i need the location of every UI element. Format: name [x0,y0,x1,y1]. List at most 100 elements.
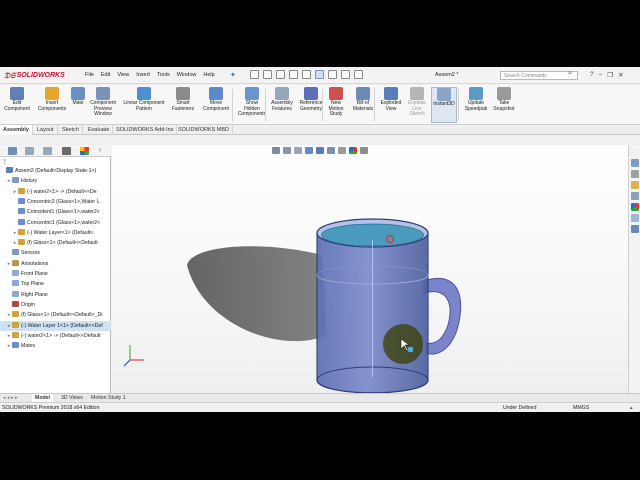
tool-label: Sketch [409,111,425,117]
select-icon[interactable] [315,70,324,79]
tree-item-label: Concentric2 (Glass<1>,Water L [27,198,100,205]
tab-evaluate[interactable]: Evaluate [85,125,114,135]
tree-item[interactable]: Top Plane [0,279,111,289]
undo-icon[interactable] [302,70,311,79]
explode-line-icon [410,87,424,100]
open-icon[interactable] [263,70,272,79]
tree-item[interactable]: Front Plane [0,269,111,279]
tab-sketch[interactable]: Sketch [59,125,83,135]
menu-item[interactable]: File [85,72,94,78]
tree-item[interactable]: ▸ Mates [0,341,111,351]
toolbar-separator [232,89,233,121]
tree-item[interactable]: Origin [0,300,111,310]
task-pane [628,145,640,401]
tree-item-label: Sensors [21,250,41,257]
new-document-icon[interactable] [250,70,259,79]
move-component-button[interactable]: Move Component [200,87,232,112]
tree-item-label: Top Plane [21,281,45,288]
linear-pattern-button[interactable]: Linear Component Pattern [121,87,167,112]
tab-assembly[interactable]: Assembly [0,125,33,135]
window-controls: ? – ❐ ✕ [590,71,624,79]
configuration-manager-icon[interactable] [43,147,52,155]
tree-item[interactable]: ▸ (-) Water Layer 1<1> (Default<<Def [0,320,111,331]
solidworks-resources-icon[interactable] [631,159,639,167]
selection-badge-icon [407,346,414,353]
panel-expand-icon[interactable]: › [99,147,108,155]
rebuild-icon[interactable] [328,70,337,79]
smart-fasteners-button[interactable]: Smart Fasteners [170,87,196,112]
menu-item[interactable]: View [117,72,129,78]
menu-item[interactable]: Tools [157,72,170,78]
assembly-features-button[interactable]: Assembly Features [268,87,296,112]
tool-label: Components [37,105,67,112]
show-hidden-button[interactable]: Show Hidden Components [237,87,267,118]
edit-component-button[interactable]: Edit Component [2,87,32,112]
tree-item[interactable]: ▸ (-) water2<1> -> (Default<<De [0,187,111,197]
explode-line-button[interactable]: Explode Line Sketch [405,87,429,118]
insert-components-button[interactable]: Insert Components [36,87,68,112]
tree-item[interactable]: Concentric1 (Glass<1>,water2< [0,218,111,228]
tree-item[interactable]: ▸ (-) Water Layer<1> (Default< [0,228,111,238]
instant3d-icon [437,88,451,101]
mate-button[interactable]: Mate [70,87,86,107]
tree-item[interactable]: ▸ (f) Glass<1> (Default<<Default [0,238,111,248]
tree-item[interactable]: ▸ (-) water2<1> -> (Default<<Default [0,331,111,341]
status-definition: Under Defined [503,405,537,411]
pin-icon[interactable]: ✦ [230,71,236,79]
print-icon[interactable] [289,70,298,79]
speedpak-button[interactable]: Update Speedpak [462,87,490,112]
snapshot-button[interactable]: Take Snapshot [491,87,517,112]
motion-study-button[interactable]: New Motion Study [325,87,347,118]
tab-layout[interactable]: Layout [34,125,58,135]
minimize-icon[interactable]: – [599,71,603,79]
bom-icon [356,87,370,100]
reference-geometry-button[interactable]: Reference Geometry [297,87,325,112]
help-icon[interactable]: ? [590,71,594,79]
tool-label: Geometry [300,105,322,112]
design-library-icon[interactable] [631,170,639,178]
menu-item[interactable]: Insert [136,72,150,78]
exploded-view-button[interactable]: Exploded View [378,87,404,112]
status-units[interactable]: MMGS [573,403,589,412]
tree-item[interactable]: ▸ Annotations [0,259,111,269]
restore-icon[interactable]: ❐ [607,71,613,79]
options-icon[interactable] [354,70,363,79]
assembly-icon [6,167,13,173]
tree-item[interactable]: Coincident1 (Glass<1>,water2< [0,207,111,217]
search-icon[interactable]: ⌕ [568,70,572,78]
tab-solidworks-add-ins[interactable]: SOLIDWORKS Add-Ins [113,125,178,135]
view-palette-icon[interactable] [631,192,639,200]
save-icon[interactable] [276,70,285,79]
tree-item[interactable]: Sensors [0,248,111,258]
menu-item[interactable]: Edit [101,72,110,78]
feature-manager-icon[interactable] [8,147,17,155]
menu-item[interactable]: Help [203,72,214,78]
file-explorer-icon[interactable] [631,181,639,189]
appearances-icon[interactable] [631,203,639,211]
display-manager-icon[interactable] [80,147,89,155]
menu-item[interactable]: Window [177,72,197,78]
close-icon[interactable]: ✕ [618,71,623,79]
graphics-area[interactable] [112,145,628,401]
tree-item[interactable]: Concentric2 (Glass<1>,Water L [0,197,111,207]
bom-button[interactable]: Bill of Materials [350,87,376,112]
file-properties-icon[interactable] [341,70,350,79]
instant3d-button[interactable]: Instant3D [431,87,457,123]
tree-item[interactable]: Assem2 (Default<Display State-1>) [0,166,111,176]
quick-access-toolbar [250,70,363,79]
tab-solidworks-mbd[interactable]: SOLIDWORKS MBD [175,125,234,135]
status-units-arrow-icon[interactable]: ▴ [630,403,633,412]
search-commands-input[interactable]: Search Commands [500,71,578,80]
custom-properties-icon[interactable] [631,214,639,222]
component-preview-button[interactable]: Component Preview Window [88,87,118,118]
tree-item[interactable]: Right Plane [0,290,111,300]
property-manager-icon[interactable] [25,147,34,155]
mug-model[interactable] [112,145,628,401]
forum-icon[interactable] [631,225,639,233]
dimxpert-icon[interactable] [62,147,71,155]
solidworks-logo[interactable]: 𝔇𝔖 SOLIDWORKS [4,69,65,82]
filter-icon[interactable]: ⊤ [2,159,7,166]
tree-item[interactable]: ▸ History [0,176,111,186]
insert-components-icon [45,87,59,100]
tree-item[interactable]: ▸ (f) Glass<1> (Default<<Default>_Di [0,310,111,320]
